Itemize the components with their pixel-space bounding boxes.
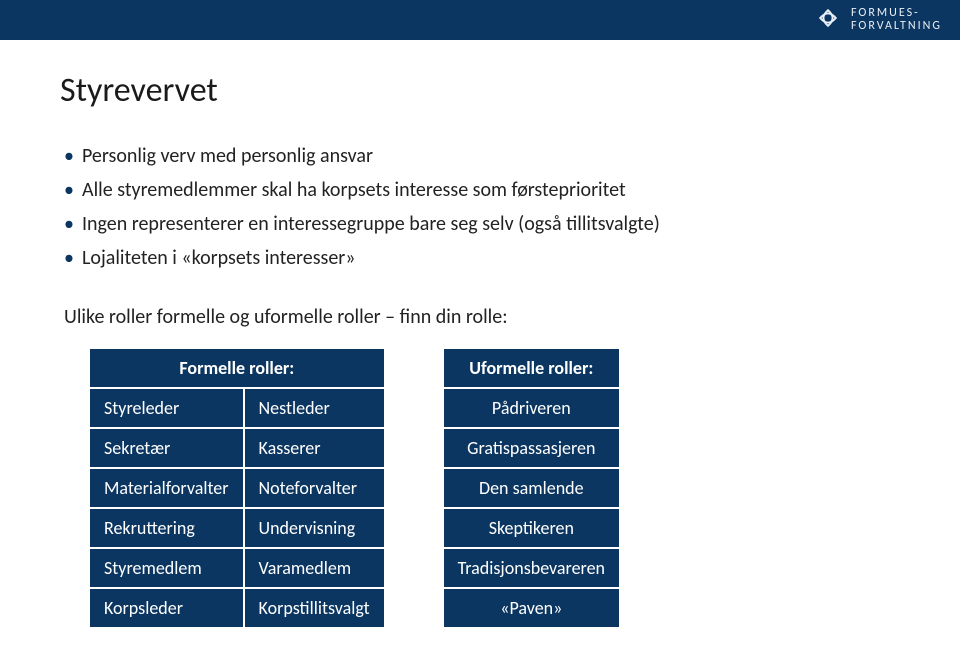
bullet-item: Ingen representerer en interessegruppe b…	[64, 207, 900, 241]
table-cell: «Paven»	[444, 588, 619, 627]
informal-header: Uformelle roller:	[444, 349, 619, 388]
table-cell: Sekretær	[90, 428, 244, 468]
brand: FORMUES- FORVALTNING	[815, 5, 942, 36]
table-cell: Kasserer	[244, 428, 384, 468]
table-cell: Gratispassasjeren	[444, 428, 619, 468]
table-cell: Styremedlem	[90, 548, 244, 588]
table-cell: Korpstillitsvalgt	[244, 588, 384, 627]
table-cell: Skeptikeren	[444, 508, 619, 548]
subtitle: Ulike roller formelle og uformelle rolle…	[64, 305, 900, 329]
slide-body: Styrevervet Personlig verv med personlig…	[0, 40, 960, 627]
table-cell: Styreleder	[90, 388, 244, 428]
formal-roles-table: Formelle roller: StyrelederNestleder Sek…	[90, 349, 384, 627]
formal-header: Formelle roller:	[90, 349, 384, 388]
table-cell: Pådriveren	[444, 388, 619, 428]
table-cell: Korpsleder	[90, 588, 244, 627]
brand-logo-icon	[815, 5, 841, 36]
tables-row: Formelle roller: StyrelederNestleder Sek…	[90, 349, 900, 627]
brand-line-2: FORVALTNING	[851, 20, 942, 33]
bullet-item: Personlig verv med personlig ansvar	[64, 139, 900, 173]
informal-roles-table: Uformelle roller: Pådriveren Gratispassa…	[444, 349, 619, 627]
table-cell: Varamedlem	[244, 548, 384, 588]
table-cell: Rekruttering	[90, 508, 244, 548]
page-title: Styrevervet	[60, 70, 900, 111]
table-cell: Undervisning	[244, 508, 384, 548]
table-cell: Tradisjonsbevareren	[444, 548, 619, 588]
bullet-item: Lojaliteten i «korpsets interesser»	[64, 241, 900, 275]
table-cell: Nestleder	[244, 388, 384, 428]
table-cell: Noteforvalter	[244, 468, 384, 508]
table-cell: Materialforvalter	[90, 468, 244, 508]
bullet-list: Personlig verv med personlig ansvar Alle…	[64, 139, 900, 275]
table-cell: Den samlende	[444, 468, 619, 508]
top-bar: FORMUES- FORVALTNING	[0, 0, 960, 40]
bullet-item: Alle styremedlemmer skal ha korpsets int…	[64, 173, 900, 207]
